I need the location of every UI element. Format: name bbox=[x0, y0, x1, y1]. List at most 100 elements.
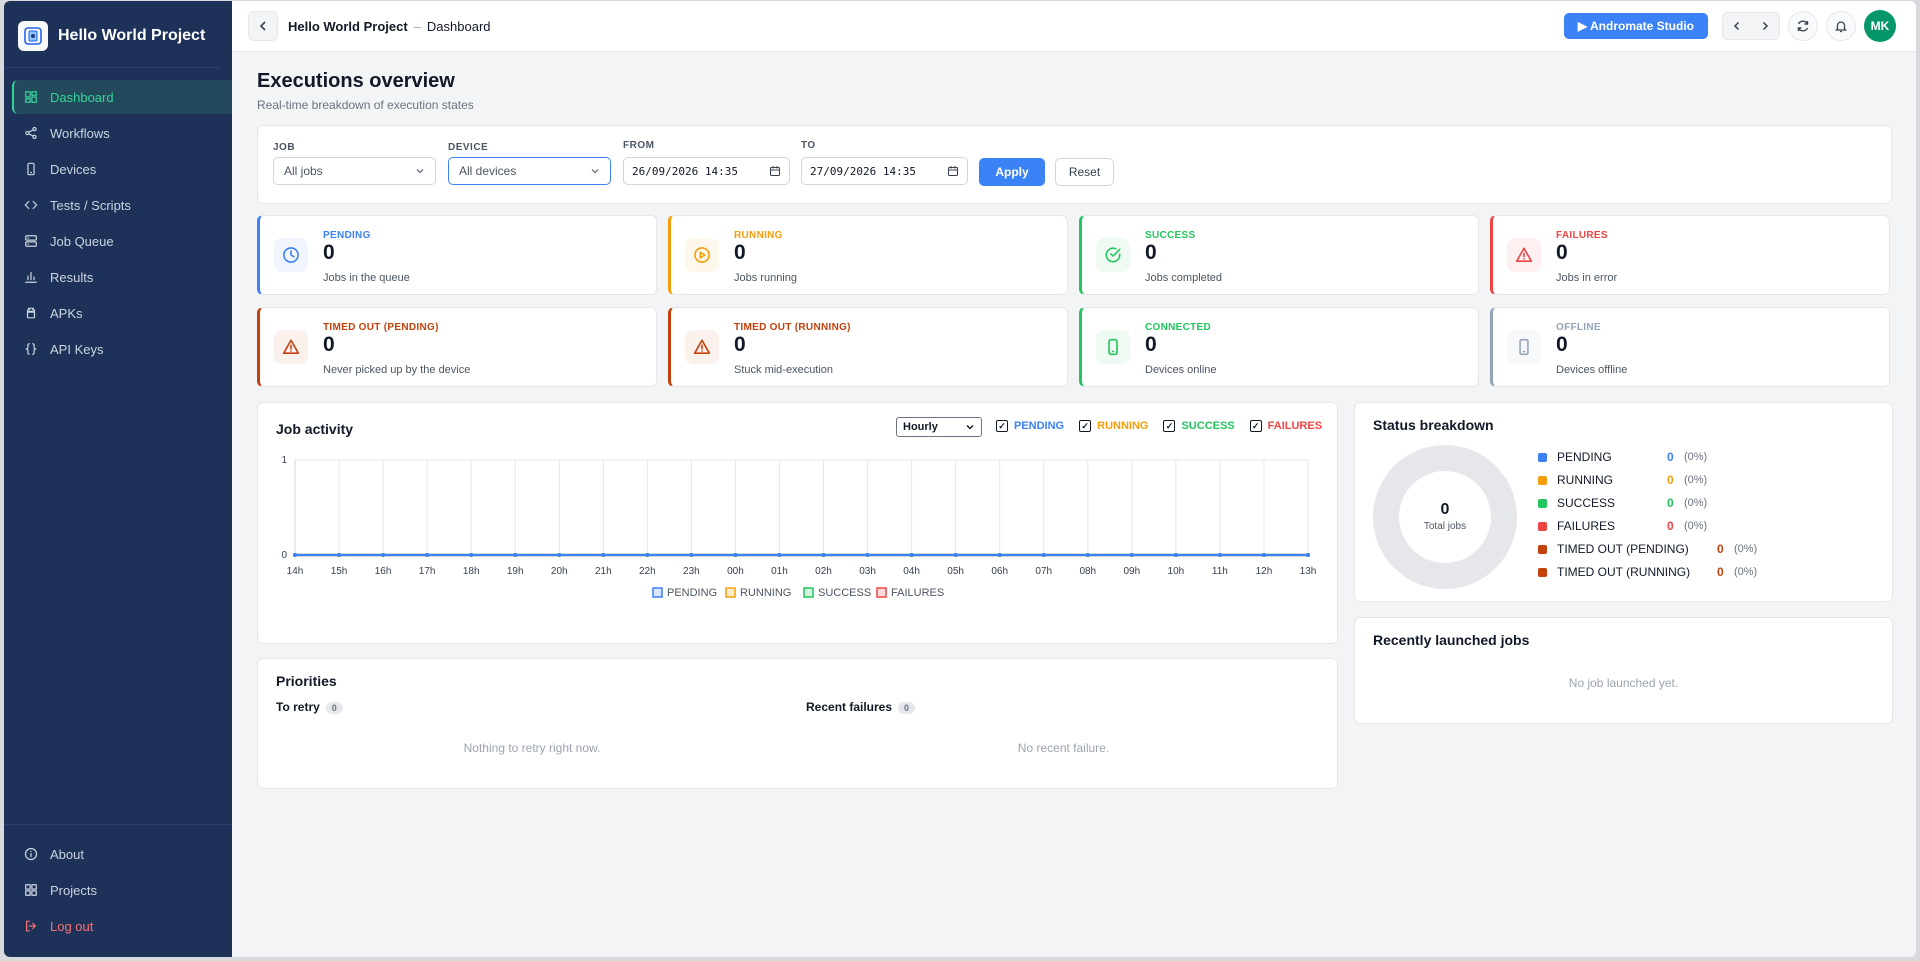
status-percent: (0%) bbox=[1684, 520, 1708, 532]
stat-card-timed-out-running: TIMED OUT (RUNNING) 0 Stuck mid-executio… bbox=[668, 307, 1068, 387]
toggle-success[interactable]: ✓ SUCCESS bbox=[1163, 420, 1235, 432]
andromate-studio-button[interactable]: ▶ Andromate Studio bbox=[1563, 13, 1708, 39]
checkbox-checked-icon[interactable]: ✓ bbox=[1163, 420, 1176, 432]
calendar-icon[interactable] bbox=[947, 165, 959, 177]
stat-card-failures: FAILURES 0 Jobs in error bbox=[1490, 215, 1890, 295]
checkbox-checked-icon[interactable]: ✓ bbox=[996, 420, 1008, 432]
stat-description: Stuck mid-execution bbox=[734, 364, 834, 376]
toggle-pending[interactable]: ✓ PENDING bbox=[996, 420, 1064, 432]
nav-forward-button[interactable] bbox=[1751, 13, 1779, 39]
sidebar-item-label: About bbox=[50, 846, 84, 862]
data-point-pending bbox=[1129, 553, 1134, 557]
data-point-pending bbox=[1085, 553, 1090, 557]
to-retry-label: To retry bbox=[276, 700, 320, 714]
x-tick-label: 22h bbox=[639, 566, 656, 577]
sidebar-item-label: Devices bbox=[50, 161, 97, 177]
recent-failures-count: 0 bbox=[898, 702, 916, 714]
x-tick-label: 16h bbox=[375, 566, 392, 577]
legend-swatch-running bbox=[725, 587, 736, 598]
x-tick-label: 21h bbox=[595, 566, 612, 577]
sidebar-item-results[interactable]: Results bbox=[4, 260, 232, 294]
job-select-value: All jobs bbox=[284, 164, 323, 178]
calendar-icon[interactable] bbox=[769, 165, 781, 177]
sidebar-item-devices[interactable]: Devices bbox=[4, 152, 232, 186]
x-tick-label: 17h bbox=[419, 566, 436, 577]
to-date-input[interactable]: 27/09/2026 14:35 bbox=[801, 157, 968, 185]
from-date-value: 26/09/2026 14:35 bbox=[632, 164, 738, 178]
sidebar-item-label: APKs bbox=[50, 305, 83, 321]
status-count: 0 bbox=[1717, 565, 1724, 579]
status-breakdown-title: Status breakdown bbox=[1373, 417, 1494, 433]
back-button[interactable] bbox=[248, 11, 278, 41]
legend-swatch bbox=[1538, 521, 1547, 531]
sidebar-item-label: Tests / Scripts bbox=[50, 197, 131, 213]
dashboard-icon-wrap bbox=[24, 90, 38, 104]
sidebar-item-apks[interactable]: APKs bbox=[4, 296, 232, 330]
legend-label-failures: FAILURES bbox=[891, 587, 944, 599]
status-label: TIMED OUT (PENDING) bbox=[1557, 542, 1689, 556]
checkbox-checked-icon[interactable]: ✓ bbox=[1079, 420, 1092, 432]
stat-icon-wrap bbox=[685, 330, 719, 364]
stat-icon-wrap bbox=[274, 238, 308, 272]
status-count: 0 bbox=[1667, 496, 1674, 510]
sidebar-item-log-out[interactable]: Log out bbox=[4, 909, 232, 943]
stat-icon-wrap bbox=[1096, 330, 1130, 364]
status-count: 0 bbox=[1667, 473, 1674, 487]
breadcrumb-project[interactable]: Hello World Project bbox=[288, 19, 408, 34]
data-point-pending bbox=[997, 553, 1002, 557]
sidebar-item-tests-scripts[interactable]: Tests / Scripts bbox=[4, 188, 232, 222]
x-tick-label: 01h bbox=[771, 566, 788, 577]
android-icon-wrap bbox=[24, 306, 38, 320]
sidebar-item-dashboard[interactable]: Dashboard bbox=[12, 80, 232, 114]
data-point-pending bbox=[821, 553, 826, 557]
toggle-running[interactable]: ✓ RUNNING bbox=[1079, 420, 1148, 432]
status-count: 0 bbox=[1667, 450, 1674, 464]
nav-back-button[interactable] bbox=[1723, 13, 1751, 39]
apply-button[interactable]: Apply bbox=[979, 158, 1045, 186]
brand[interactable]: Hello World Project bbox=[4, 1, 220, 68]
x-tick-label: 11h bbox=[1212, 566, 1228, 577]
sidebar-item-workflows[interactable]: Workflows bbox=[4, 116, 232, 150]
sidebar-item-projects[interactable]: Projects bbox=[4, 873, 232, 907]
warning-icon bbox=[282, 339, 300, 354]
grid-icon-wrap bbox=[24, 883, 38, 897]
user-avatar[interactable]: MK bbox=[1864, 10, 1896, 42]
data-point-pending bbox=[293, 553, 297, 557]
stat-description: Jobs running bbox=[734, 272, 797, 284]
priorities-card: Priorities To retry 0 Recent failures 0 No… bbox=[257, 658, 1338, 789]
from-date-input[interactable]: 26/09/2026 14:35 bbox=[623, 157, 790, 185]
x-tick-label: 12h bbox=[1256, 566, 1273, 577]
legend-label-pending: PENDING bbox=[667, 587, 717, 599]
granularity-value: Hourly bbox=[903, 421, 938, 433]
sidebar-item-about[interactable]: About bbox=[4, 837, 232, 871]
bar-chart-icon-wrap bbox=[24, 270, 38, 284]
code-icon bbox=[24, 200, 38, 210]
reset-button[interactable]: Reset bbox=[1055, 158, 1114, 186]
sidebar-item-api-keys[interactable]: API Keys bbox=[4, 332, 232, 366]
phone-icon bbox=[27, 162, 35, 176]
granularity-select[interactable]: Hourly bbox=[896, 417, 982, 437]
refresh-button[interactable] bbox=[1788, 11, 1818, 41]
sidebar-item-job-queue[interactable]: Job Queue bbox=[4, 224, 232, 258]
recent-jobs-title: Recently launched jobs bbox=[1373, 632, 1530, 648]
top-header: Hello World Project – Dashboard ▶ Andromat… bbox=[232, 1, 1916, 52]
notifications-button[interactable] bbox=[1826, 11, 1856, 41]
stat-label: PENDING bbox=[323, 230, 371, 241]
data-point-pending bbox=[1217, 553, 1222, 557]
x-tick-label: 13h bbox=[1300, 566, 1317, 577]
stat-label: TIMED OUT (RUNNING) bbox=[734, 322, 851, 333]
status-label: TIMED OUT (RUNNING) bbox=[1557, 565, 1691, 579]
legend-swatch bbox=[1538, 475, 1547, 485]
checkbox-checked-icon[interactable]: ✓ bbox=[1249, 420, 1262, 432]
status-label: SUCCESS bbox=[1557, 496, 1616, 510]
job-select[interactable]: All jobs bbox=[273, 157, 436, 185]
legend-swatch bbox=[1538, 567, 1547, 577]
data-point-pending bbox=[777, 553, 782, 557]
sidebar-item-label: Dashboard bbox=[50, 89, 114, 105]
stat-card-offline: OFFLINE 0 Devices offline bbox=[1490, 307, 1890, 387]
donut-center: 0 Total jobs bbox=[1372, 501, 1518, 532]
stat-label: TIMED OUT (PENDING) bbox=[323, 322, 439, 333]
breadcrumb-page: Dashboard bbox=[426, 18, 491, 34]
device-select[interactable]: All devices bbox=[448, 157, 611, 185]
toggle-failures[interactable]: ✓ FAILURES bbox=[1249, 420, 1322, 432]
